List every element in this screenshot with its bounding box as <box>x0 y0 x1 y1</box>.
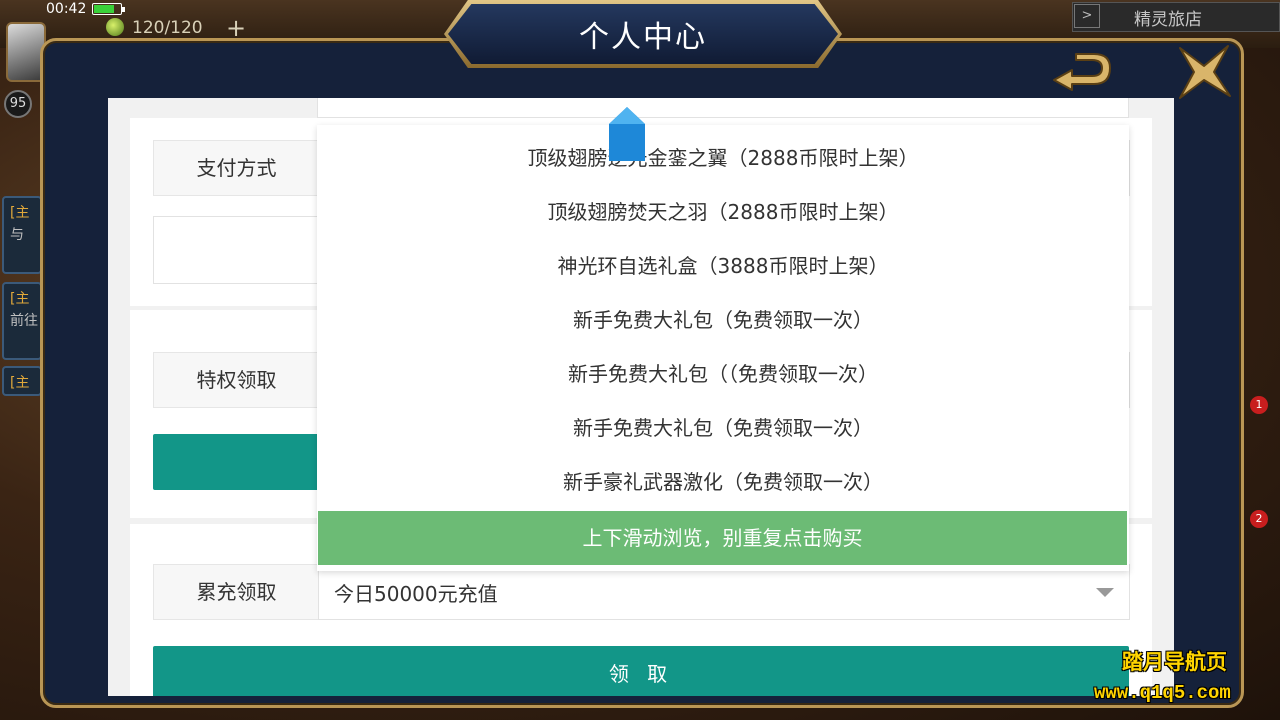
dropdown-item-selected[interactable]: 上下滑动浏览，别重复点击购买 <box>318 511 1127 565</box>
dropdown-list[interactable]: 顶级翅膀逆光金銮之翼（2888币限时上架） 顶级翅膀焚天之羽（2888币限时上架… <box>317 125 1129 571</box>
cumulative-claim-value: 今日50000元充值 <box>334 582 498 606</box>
dropdown-item[interactable]: 新手豪礼武器激化（免费领取一次） <box>317 455 1129 509</box>
back-button[interactable] <box>1046 50 1118 96</box>
claim-button[interactable]: 领 取 <box>153 646 1129 696</box>
dropdown-item[interactable]: 新手免费大礼包（（免费领取一次） <box>317 347 1129 401</box>
quest-sub: 前往 <box>10 313 38 329</box>
privilege-claim-label: 特权领取 <box>153 352 319 408</box>
top-input-field[interactable] <box>317 98 1129 118</box>
close-button[interactable] <box>1174 44 1234 100</box>
payment-method-label: 支付方式 <box>153 140 319 196</box>
notification-badge: 2 <box>1250 510 1268 528</box>
battery-icon <box>92 3 125 15</box>
quest-tag: [主 <box>10 375 30 391</box>
player-level-badge: 95 <box>4 90 32 118</box>
chevron-down-icon[interactable] <box>1096 588 1114 597</box>
scroll-handle-icon[interactable] <box>607 106 647 162</box>
inn-arrow-icon[interactable]: > <box>1074 4 1100 28</box>
quest-sub: 与 <box>10 227 24 243</box>
close-x-icon <box>1179 45 1231 99</box>
back-arrow-icon <box>1053 53 1111 91</box>
dropdown-item[interactable]: 神光环自选礼盒（3888币限时上架） <box>317 239 1129 293</box>
quest-tag: [主 <box>10 205 30 221</box>
dropdown-item[interactable]: 顶级翅膀逆光金銮之翼（2888币限时上架） <box>317 131 1129 185</box>
dropdown-item[interactable]: 顶级翅膀焚天之羽（2888币限时上架） <box>317 185 1129 239</box>
energy-counter: 120/120 <box>132 18 203 38</box>
inn-label[interactable]: 精灵旅店 <box>1134 5 1202 30</box>
modal-title: 个人中心 <box>579 20 707 55</box>
watermark-url: www.q1q5.com <box>1094 682 1231 704</box>
dropdown-item[interactable]: 新手免费大礼包（免费领取一次） <box>317 293 1129 347</box>
quest-tag: [主 <box>10 291 30 307</box>
cumulative-claim-label: 累充领取 <box>153 564 319 620</box>
status-time: 00:42 <box>46 1 87 17</box>
dropdown-item[interactable]: 新手免费大礼包（免费领取一次） <box>317 401 1129 455</box>
watermark-name: 踏月导航页 <box>1122 650 1227 674</box>
energy-leaf-icon <box>106 18 124 36</box>
notification-badge: 1 <box>1250 396 1268 414</box>
